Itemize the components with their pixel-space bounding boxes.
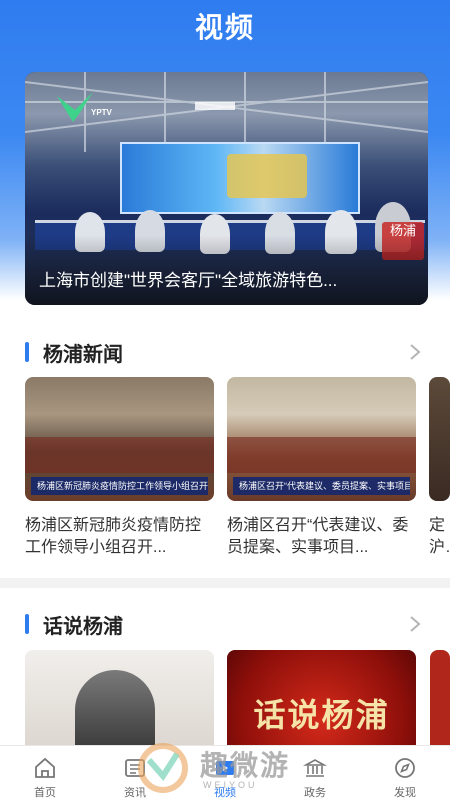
video-page: 视频 YPTV 杨浦 上海市创建"世界会客厅"全域旅游特色... 杨浦新闻 杨浦… — [0, 0, 450, 800]
section-yangpu-news: 杨浦新闻 — [25, 338, 425, 366]
thumbnail-caption: 杨浦区召开“代表建议、委员提案、实事项目”推进工作推进会 — [233, 477, 410, 495]
section-accent-bar — [25, 342, 29, 362]
section-title: 杨浦新闻 — [43, 344, 123, 366]
compass-icon — [395, 758, 415, 778]
watermark-logo-icon — [138, 743, 188, 793]
tab-discover[interactable]: 发现 — [360, 746, 450, 800]
watermark: 趣微游 WEIYOU — [135, 740, 355, 800]
news-thumbnail: 杨浦区召开“代表建议、委员提案、实事项目”推进工作推进会 — [227, 377, 416, 501]
hero-caption: 上海市创建"世界会客厅"全域旅游特色... — [39, 271, 338, 290]
news-title: 杨浦区召开“代表建议、委员提案、实事项目... — [227, 517, 409, 556]
hero-video-card[interactable]: YPTV 杨浦 上海市创建"世界会客厅"全域旅游特色... — [25, 72, 428, 305]
channel-logo-text: YPTV — [91, 108, 112, 117]
section-divider — [0, 578, 450, 588]
home-icon — [35, 757, 55, 778]
tab-label: 首页 — [34, 787, 56, 799]
talk-card[interactable]: 话说杨浦 — [227, 650, 416, 750]
tab-home[interactable]: 首页 — [0, 746, 90, 800]
talk-card[interactable] — [25, 650, 214, 750]
channel-logo-icon — [57, 92, 93, 122]
news-card[interactable]: 定沪生刻 — [429, 377, 450, 559]
section-talk-yangpu: 话说杨浦 — [25, 610, 425, 638]
news-thumbnail: 杨浦区新冠肺炎疫情防控工作领导小组召开例会 — [25, 377, 214, 501]
watermark-subtext: WEIYOU — [203, 780, 258, 790]
thumbnail-caption: 杨浦区新冠肺炎疫情防控工作领导小组召开例会 — [31, 477, 208, 495]
watermark-text: 趣微游 — [200, 750, 291, 781]
news-card[interactable]: 杨浦区新冠肺炎疫情防控工作领导小组召开例会 杨浦区新冠肺炎疫情防控工作领导小组召… — [25, 377, 214, 559]
section-accent-bar — [25, 614, 29, 634]
news-thumbnail — [429, 377, 450, 501]
channel-logo: YPTV — [55, 90, 115, 124]
news-card[interactable]: 杨浦区召开“代表建议、委员提案、实事项目”推进工作推进会 杨浦区召开“代表建议、… — [227, 377, 416, 559]
chevron-right-icon[interactable] — [405, 614, 425, 634]
news-title: 定沪生刻 — [429, 517, 446, 556]
stage-screen — [120, 142, 360, 214]
page-title: 视频 — [194, 12, 255, 43]
portrait-image — [75, 670, 155, 750]
news-title: 杨浦区新冠肺炎疫情防控工作领导小组召开... — [25, 517, 202, 556]
talk-card[interactable] — [430, 650, 450, 750]
tab-label: 发现 — [394, 787, 416, 799]
talk-calligraphy: 话说杨浦 — [253, 696, 390, 734]
chevron-right-icon[interactable] — [405, 342, 425, 362]
section-title: 话说杨浦 — [43, 616, 123, 638]
